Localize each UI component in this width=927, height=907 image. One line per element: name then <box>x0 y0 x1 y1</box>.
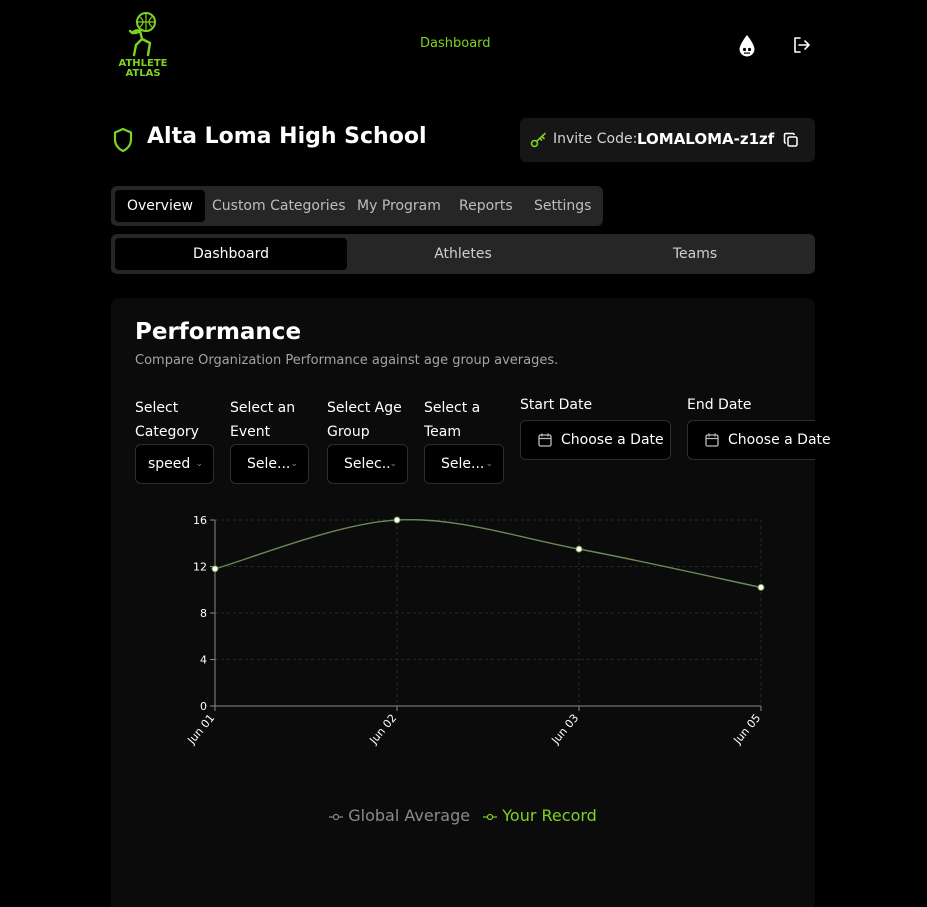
atlas-figure-icon <box>128 12 156 57</box>
sub-tabs: Dashboard Athletes Teams <box>111 234 815 274</box>
y-tick-label: 12 <box>193 561 207 574</box>
logout-icon[interactable] <box>793 37 811 57</box>
athlete-atlas-logo[interactable]: ATHLETE ATLAS <box>115 11 171 81</box>
organization-title: Alta Loma High School <box>147 124 427 149</box>
x-tick-label: Jun 01 <box>184 712 217 748</box>
legend-line-icon <box>329 813 344 821</box>
shield-icon <box>112 127 134 157</box>
subtab-athletes[interactable]: Athletes <box>347 238 579 270</box>
chart-legend: Global Average Your Record <box>111 806 815 825</box>
tab-settings[interactable]: Settings <box>522 190 603 222</box>
legend-line-icon <box>483 813 498 821</box>
tab-custom-categories[interactable]: Custom Categories <box>200 190 358 222</box>
key-icon <box>530 132 546 148</box>
x-tick-label: Jun 05 <box>730 712 763 748</box>
legend-global-average[interactable]: Global Average <box>329 806 470 825</box>
y-tick-label: 4 <box>200 654 207 667</box>
tab-reports[interactable]: Reports <box>447 190 525 222</box>
series-line-1 <box>214 519 762 589</box>
data-point <box>211 565 219 573</box>
invite-code-label: Invite Code: <box>553 131 638 147</box>
tab-overview[interactable]: Overview <box>115 190 205 222</box>
legend-your-record[interactable]: Your Record <box>483 806 597 825</box>
x-tick-label: Jun 03 <box>548 712 581 748</box>
tab-my-program[interactable]: My Program <box>345 190 453 222</box>
x-tick-label: Jun 02 <box>366 712 399 748</box>
subtab-dashboard[interactable]: Dashboard <box>115 238 347 270</box>
y-tick-label: 8 <box>200 607 207 620</box>
performance-card: Performance Compare Organization Perform… <box>111 298 831 907</box>
performance-line-chart: 0 4 8 12 16 Jun 01 Jun 02 Jun 03 Jun 05 <box>184 514 765 748</box>
copy-icon[interactable] <box>783 132 799 148</box>
main-tabs: Overview Custom Categories My Program Re… <box>111 186 603 226</box>
y-tick-label: 16 <box>193 514 207 527</box>
invite-code-value: LOMALOMA-z1zf <box>637 130 775 148</box>
data-point <box>757 583 765 591</box>
data-point <box>575 545 583 553</box>
subtab-teams[interactable]: Teams <box>579 238 811 270</box>
y-tick-label: 0 <box>200 700 207 713</box>
logo-text: ATHLETE ATLAS <box>118 58 168 79</box>
data-point <box>393 516 401 524</box>
theme-toggle-icon[interactable] <box>737 34 757 62</box>
invite-code-box: Invite Code: LOMALOMA-z1zf <box>520 118 815 162</box>
nav-dashboard-link[interactable]: Dashboard <box>420 36 491 51</box>
